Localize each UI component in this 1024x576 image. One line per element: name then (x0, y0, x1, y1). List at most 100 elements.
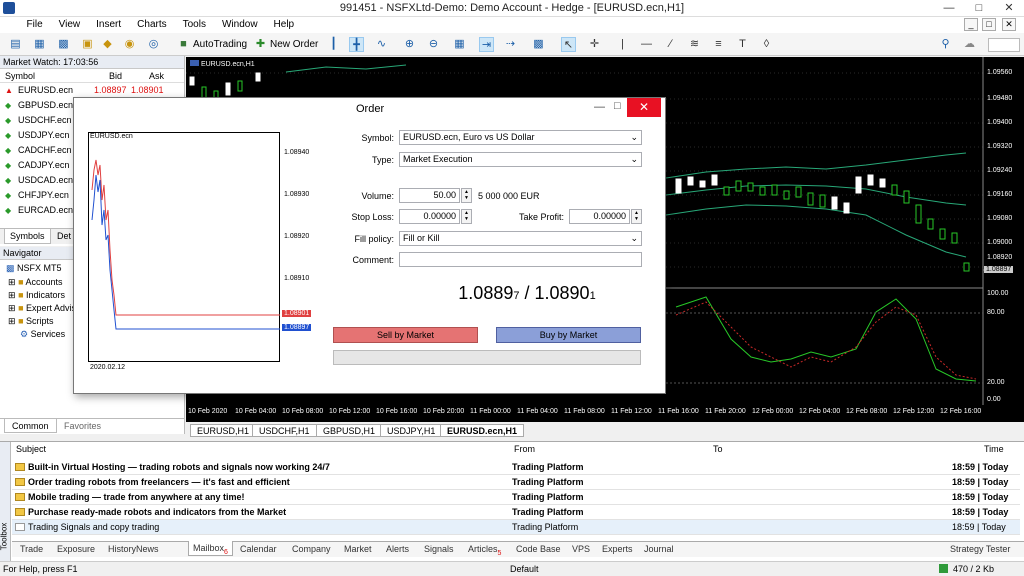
take-profit-stepper[interactable]: ▲ ▼ (631, 209, 642, 224)
dialog-maximize-button[interactable]: □ (614, 100, 621, 112)
mail-row[interactable]: Built-in Virtual Hosting — trading robot… (12, 460, 1020, 475)
tab-code-base[interactable]: Code Base (516, 542, 561, 557)
crosshair-icon[interactable]: ✛ (587, 37, 602, 52)
tab-journal[interactable]: Journal (644, 542, 674, 557)
menu-tools[interactable]: Tools (175, 17, 214, 33)
volume-input[interactable]: 50.00 (399, 188, 460, 203)
chart-tab[interactable]: GBPUSD,H1 (316, 424, 383, 437)
comment-input[interactable] (399, 252, 642, 267)
tab-common[interactable]: Common (4, 419, 57, 433)
tab-company[interactable]: Company (292, 542, 331, 557)
tab-favorites[interactable]: Favorites (57, 419, 108, 433)
profiles-icon[interactable]: ▦ (32, 37, 47, 52)
navigator-item-scripts[interactable]: ⊞ ■ Scripts (8, 315, 54, 328)
mdi-restore-button[interactable]: □ (982, 18, 996, 31)
shapes-icon[interactable]: ◊ (759, 37, 774, 52)
col-symbol[interactable]: Symbol (5, 69, 35, 83)
fibonacci-icon[interactable]: ≡ (711, 37, 726, 52)
mdi-minimize-button[interactable]: _ (964, 18, 978, 31)
navigator-item-services[interactable]: ⚙ Services (20, 328, 65, 341)
dialog-minimize-button[interactable]: — (594, 101, 605, 113)
chart-tab[interactable]: USDJPY,H1 (380, 424, 443, 437)
menu-charts[interactable]: Charts (129, 17, 174, 33)
minimize-button[interactable]: — (934, 0, 964, 17)
stop-loss-input[interactable]: 0.00000 (399, 209, 460, 224)
search-input[interactable] (988, 38, 1020, 52)
mail-row[interactable]: Trading Signals and copy trading Trading … (12, 520, 1020, 535)
text-icon[interactable]: T (735, 37, 750, 52)
navigator-item-accounts[interactable]: ⊞ ■ Accounts (8, 276, 63, 289)
close-button[interactable]: ✕ (994, 0, 1024, 17)
stop-loss-stepper[interactable]: ▲ ▼ (461, 209, 472, 224)
maximize-button[interactable]: □ (964, 0, 994, 17)
navigator-item-indicators[interactable]: ⊞ ■ Indicators (8, 289, 65, 302)
col-from[interactable]: From (514, 444, 535, 454)
navigator-root[interactable]: ▩ NSFX MT5 (6, 262, 62, 275)
tab-market[interactable]: Market (344, 542, 372, 557)
bar-chart-icon[interactable]: ┃ (326, 37, 341, 52)
cursor-icon[interactable]: ↖ (561, 37, 576, 52)
tab-signals[interactable]: Signals (424, 542, 454, 557)
chart-tab[interactable]: EURUSD,H1 (190, 424, 257, 437)
menu-help[interactable]: Help (266, 17, 303, 33)
dialog-close-button[interactable]: ✕ (627, 98, 661, 117)
market-watch-icon[interactable]: ▣ (80, 37, 95, 52)
menu-view[interactable]: View (51, 17, 89, 33)
chart-shift-icon[interactable]: ⇥ (479, 37, 494, 52)
market-watch-row[interactable]: ▲ EURUSD.ecn 1.08897 1.08901 (0, 83, 184, 98)
templates-icon[interactable]: ▩ (56, 37, 71, 52)
vertical-line-icon[interactable]: | (615, 37, 630, 52)
tab-symbols[interactable]: Symbols (4, 229, 51, 244)
mail-row[interactable]: Purchase ready-made robots and indicator… (12, 505, 1020, 520)
col-bid[interactable]: Bid (109, 69, 122, 83)
mdi-close-button[interactable]: ✕ (1002, 18, 1016, 31)
new-chart-icon[interactable]: ▤ (8, 37, 23, 52)
zoom-out-icon[interactable]: ⊖ (426, 37, 441, 52)
mail-row[interactable]: Mobile trading — trade from anywhere at … (12, 490, 1020, 505)
strategy-tester-button[interactable]: Strategy Tester (950, 542, 1010, 557)
chat-icon[interactable]: ☁ (962, 37, 977, 52)
navigator-icon[interactable]: ◉ (122, 37, 137, 52)
col-time[interactable]: Time (984, 444, 1004, 454)
col-to[interactable]: To (713, 444, 723, 454)
search-icon[interactable]: ⚲ (938, 37, 953, 52)
new-order-icon[interactable]: ✚ (253, 37, 268, 52)
type-select[interactable]: Market Execution ⌄ (399, 152, 642, 167)
tab-calendar[interactable]: Calendar (240, 542, 277, 557)
volume-stepper[interactable]: ▲ ▼ (461, 188, 472, 203)
sell-by-market-button[interactable]: Sell by Market (333, 327, 478, 343)
tile-windows-icon[interactable]: ▦ (452, 37, 467, 52)
candlestick-icon[interactable]: ╋ (349, 37, 364, 52)
tab-alerts[interactable]: Alerts (386, 542, 409, 557)
tab-history[interactable]: History (108, 542, 136, 557)
tab-articles[interactable]: Articles5 (468, 542, 501, 557)
fill-policy-select[interactable]: Fill or Kill ⌄ (399, 231, 642, 246)
tab-exposure[interactable]: Exposure (57, 542, 95, 557)
horizontal-line-icon[interactable]: — (639, 37, 654, 52)
data-window-icon[interactable]: ◆ (100, 37, 115, 52)
col-subject[interactable]: Subject (16, 444, 46, 454)
chart-tab[interactable]: USDCHF,H1 (252, 424, 317, 437)
channel-icon[interactable]: ≋ (687, 37, 702, 52)
trendline-icon[interactable]: ∕ (663, 37, 678, 52)
line-chart-icon[interactable]: ∿ (374, 37, 389, 52)
col-ask[interactable]: Ask (149, 69, 164, 83)
autotrading-button[interactable]: AutoTrading (193, 36, 247, 53)
signals-icon[interactable]: ◎ (146, 37, 161, 52)
menu-insert[interactable]: Insert (88, 17, 129, 33)
autotrading-icon[interactable]: ■ (176, 37, 191, 52)
menu-file[interactable]: File (19, 17, 51, 33)
mail-row[interactable]: Order trading robots from freelancers — … (12, 475, 1020, 490)
indicators-icon[interactable]: ▩ (531, 37, 546, 52)
buy-by-market-button[interactable]: Buy by Market (496, 327, 641, 343)
symbol-select[interactable]: EURUSD.ecn, Euro vs US Dollar ⌄ (399, 130, 642, 145)
tab-experts[interactable]: Experts (602, 542, 633, 557)
tab-vps[interactable]: VPS (572, 542, 590, 557)
autoscroll-icon[interactable]: ⇢ (503, 37, 518, 52)
take-profit-input[interactable]: 0.00000 (569, 209, 630, 224)
tab-news[interactable]: News (136, 542, 159, 557)
chart-tab-active[interactable]: EURUSD.ecn,H1 (440, 424, 525, 437)
new-order-button[interactable]: New Order (270, 36, 318, 53)
tab-mailbox[interactable]: Mailbox6 (188, 541, 233, 556)
zoom-in-icon[interactable]: ⊕ (402, 37, 417, 52)
